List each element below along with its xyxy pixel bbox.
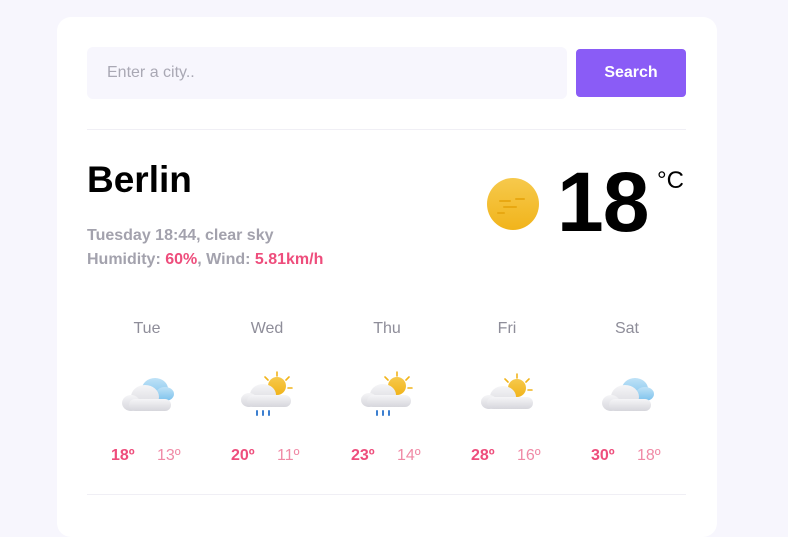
rain-icon: [361, 371, 413, 416]
forecast-low: 14º: [397, 447, 421, 464]
forecast-day: Thu 23º 14º: [327, 317, 447, 477]
forecast-day-name: Sat: [614, 320, 639, 337]
forecast-day: Wed 20º 11º: [207, 317, 327, 477]
forecast-day: Sat 30º 18º: [567, 317, 687, 477]
forecast-low: 16º: [517, 447, 541, 464]
forecast-day: Tue 18º 13º: [87, 317, 207, 477]
forecast-low: 13º: [157, 447, 181, 464]
forecast-high: 28º: [471, 447, 495, 464]
forecast-low: 11º: [277, 447, 300, 464]
search-input[interactable]: [87, 47, 567, 99]
cloudy-icon: [122, 378, 174, 411]
cloudy-icon: [602, 378, 654, 411]
forecast-high: 23º: [351, 447, 375, 464]
search-button[interactable]: Search: [576, 49, 686, 97]
forecast-day-name: Thu: [373, 320, 401, 337]
city-name: Berlin: [87, 159, 192, 200]
forecast-day-name: Wed: [250, 320, 284, 337]
forecast-high: 20º: [231, 447, 255, 464]
humidity-value: 60%: [165, 251, 198, 268]
date-description: Tuesday 18:44, clear sky: [87, 227, 274, 244]
forecast-low: 18º: [637, 447, 661, 464]
sun-icon: [487, 178, 539, 230]
divider-top: [87, 129, 686, 130]
search-bar: Search: [87, 47, 686, 99]
forecast-day: Fri 28º 16º: [447, 317, 567, 477]
forecast-high: 30º: [591, 447, 615, 464]
forecast: Tue 18º 13º Wed 20º 11º Thu 23º 14º Fri …: [87, 317, 687, 477]
forecast-day-name: Fri: [497, 320, 517, 337]
rain-icon: [241, 371, 293, 416]
humidity-wind-line: Humidity: 60%, Wind: 5.81km/h: [87, 251, 323, 269]
humidity-label: Humidity:: [87, 251, 161, 268]
temperature-unit: °C: [657, 167, 684, 194]
weather-card: Search Berlin Tuesday 18:44, clear sky H…: [57, 17, 717, 537]
forecast-high: 18º: [111, 447, 135, 464]
forecast-day-name: Tue: [133, 320, 161, 337]
wind-value: 5.81km/h: [254, 251, 324, 268]
partly-cloudy-icon: [481, 373, 533, 409]
wind-label: , Wind:: [197, 251, 251, 268]
divider-bottom: [87, 494, 686, 495]
current-temperature: 18: [557, 155, 649, 249]
